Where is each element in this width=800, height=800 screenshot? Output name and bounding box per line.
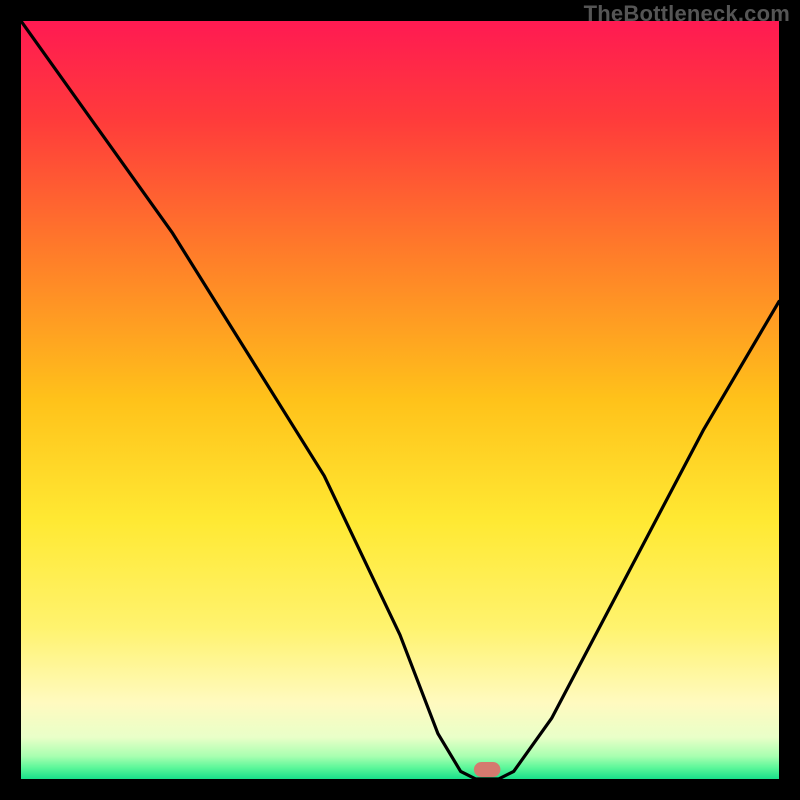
watermark-text: TheBottleneck.com bbox=[584, 1, 790, 27]
chart-svg bbox=[21, 21, 779, 779]
plot-area bbox=[21, 21, 779, 779]
gradient-background bbox=[21, 21, 779, 779]
chart-container: TheBottleneck.com bbox=[0, 0, 800, 800]
target-marker bbox=[474, 762, 501, 777]
